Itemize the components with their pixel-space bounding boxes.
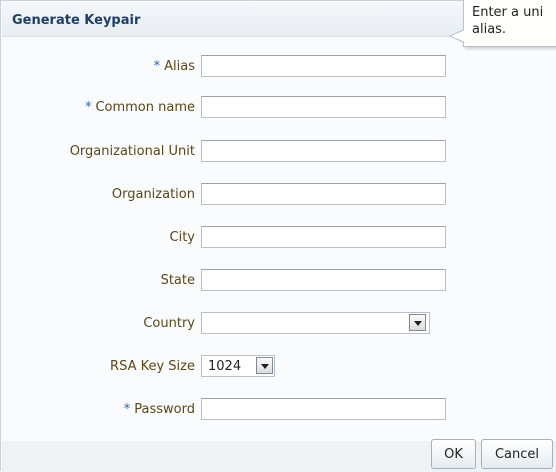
common-name-field[interactable]	[201, 96, 446, 118]
city-row: City	[1, 226, 556, 250]
tooltip-text: Enter a uni alias.	[472, 5, 544, 37]
alias-label: * Alias	[154, 59, 195, 74]
alias-tooltip: Enter a uni alias.	[463, 0, 556, 47]
ok-button[interactable]: OK	[431, 439, 476, 469]
city-label: City	[169, 230, 195, 245]
organization-row: Organization	[1, 183, 556, 207]
organization-field[interactable]	[201, 183, 446, 205]
country-select[interactable]	[201, 312, 430, 334]
rsa-key-size-row: RSA Key Size 1024	[1, 355, 556, 379]
common-name-label-text: Common name	[95, 100, 195, 115]
required-marker: *	[123, 402, 131, 417]
dialog-title: Generate Keypair	[12, 13, 141, 28]
country-label: Country	[143, 316, 195, 331]
chevron-down-icon[interactable]	[409, 314, 426, 331]
state-row: State	[1, 269, 556, 293]
state-field[interactable]	[201, 269, 446, 291]
generate-keypair-dialog: Generate Keypair * Alias * Common name Org…	[0, 0, 556, 472]
rsa-key-size-selected-value: 1024	[208, 359, 242, 374]
city-field[interactable]	[201, 226, 446, 248]
country-row: Country	[1, 312, 556, 336]
chevron-down-icon[interactable]	[256, 357, 273, 374]
organizational-unit-row: Organizational Unit	[1, 140, 556, 164]
alias-row: * Alias	[1, 55, 556, 79]
organization-label: Organization	[111, 187, 195, 202]
required-marker: *	[84, 100, 92, 115]
alias-field[interactable]	[201, 55, 446, 77]
common-name-row: * Common name	[1, 96, 556, 120]
alias-label-text: Alias	[164, 59, 195, 74]
tooltip-pointer-fill	[451, 30, 465, 42]
password-label: * Password	[124, 402, 195, 417]
rsa-key-size-label: RSA Key Size	[110, 359, 195, 374]
common-name-label: * Common name	[85, 100, 195, 115]
required-marker: *	[153, 59, 161, 74]
organizational-unit-field[interactable]	[201, 140, 446, 162]
state-label: State	[160, 273, 195, 288]
password-label-text: Password	[134, 402, 195, 417]
cancel-button[interactable]: Cancel	[481, 439, 553, 469]
organizational-unit-label: Organizational Unit	[69, 144, 195, 159]
password-row: * Password	[1, 398, 556, 422]
password-field[interactable]	[201, 398, 446, 420]
